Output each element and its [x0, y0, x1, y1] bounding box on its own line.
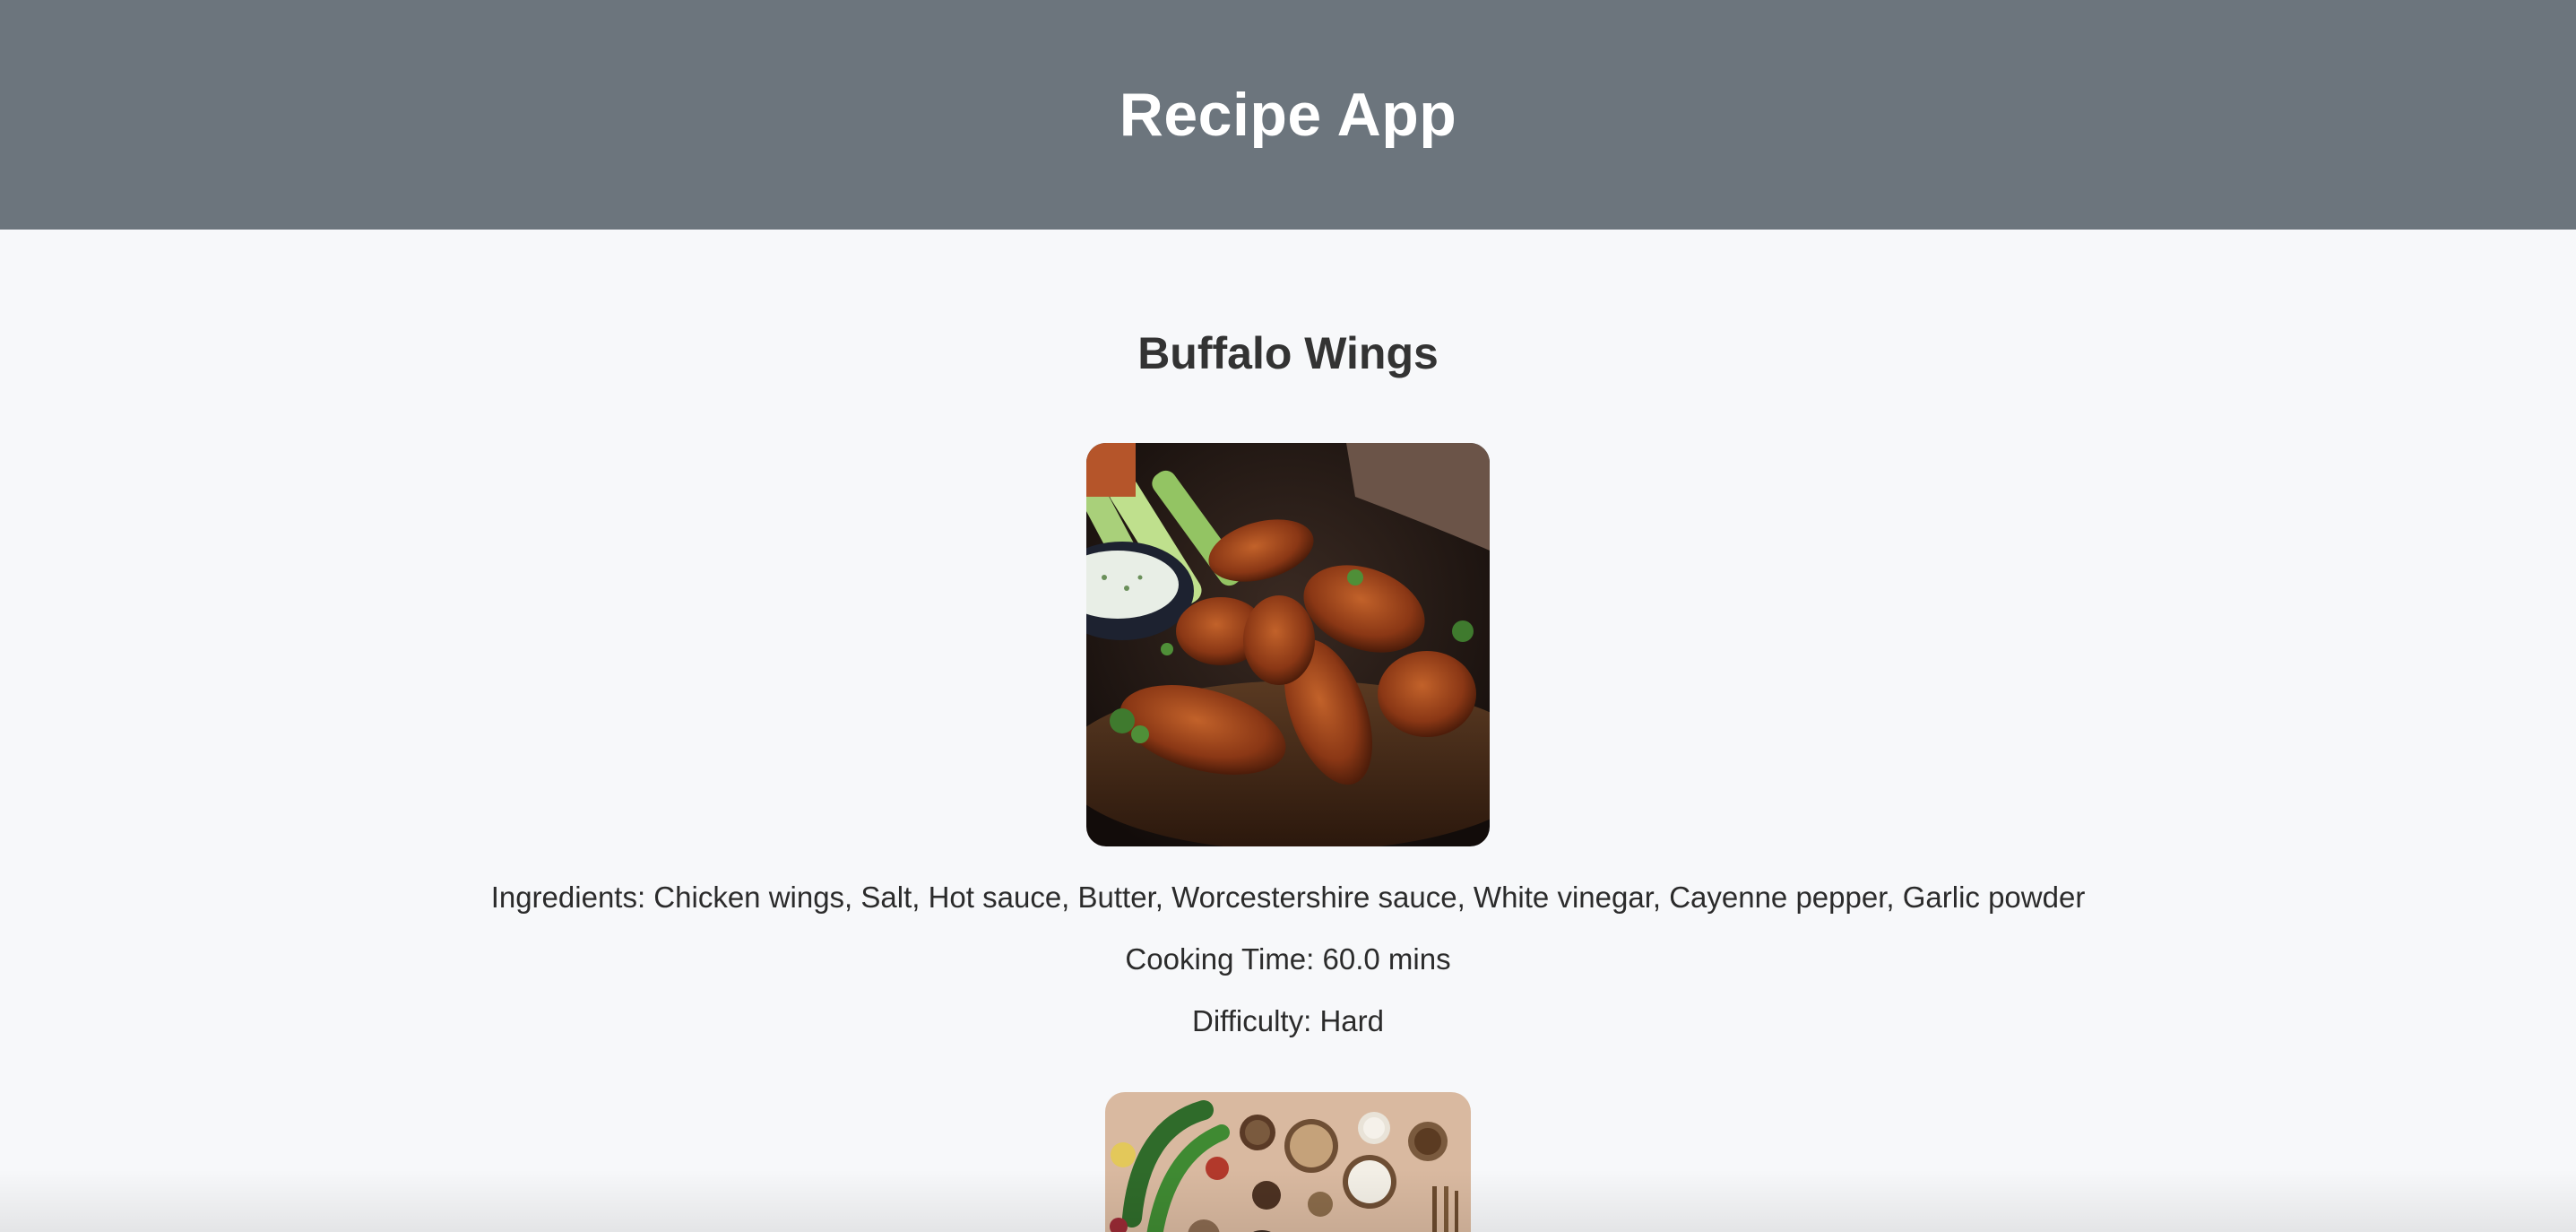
app-title: Recipe App: [1119, 81, 1457, 149]
recipe-card: [0, 1092, 2576, 1232]
recipe-list: Buffalo Wings Ingredients: Chicken wings…: [0, 230, 2576, 1232]
app-header: Recipe App: [0, 0, 2576, 230]
recipe-cooking-time: Cooking Time: 60.0 mins: [1125, 942, 1451, 976]
recipe-ingredients: Ingredients: Chicken wings, Salt, Hot sa…: [490, 881, 2086, 914]
ingredients-flatlay-photo-icon: [1105, 1092, 1471, 1232]
recipe-difficulty: Difficulty: Hard: [1192, 1004, 1384, 1037]
buffalo-wings-photo-icon: [1086, 443, 1490, 846]
recipe-card: Buffalo Wings Ingredients: Chicken wings…: [0, 230, 2576, 1038]
recipe-title: Buffalo Wings: [1137, 328, 1439, 378]
recipe-image: [1105, 1092, 1471, 1232]
recipe-image: [1086, 443, 1490, 846]
